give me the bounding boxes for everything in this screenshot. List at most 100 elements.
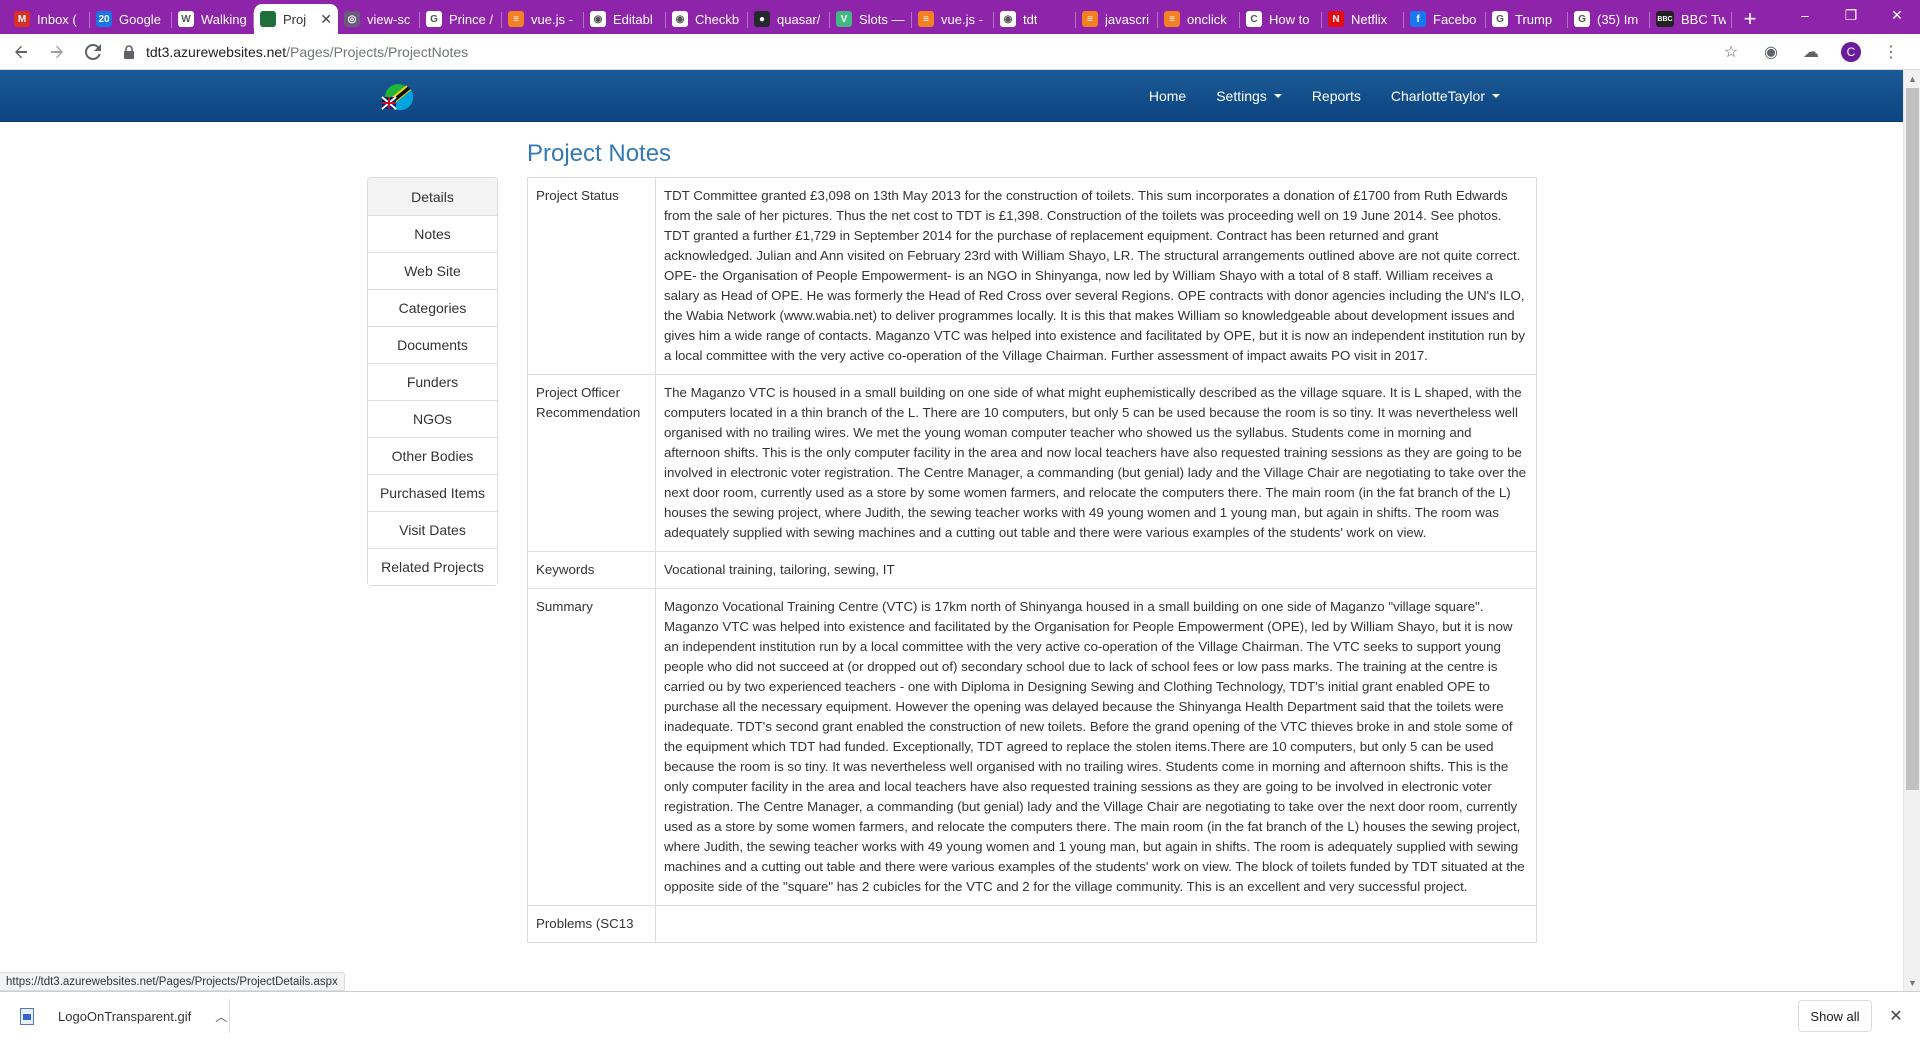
new-tab-button[interactable]: + (1732, 4, 1768, 34)
extension-icon[interactable]: ◉ (1756, 37, 1786, 67)
table-row: Keywords Vocational training, tailoring, … (527, 551, 1538, 589)
cloud-extension-icon[interactable]: ☁ (1796, 37, 1826, 67)
browser-tab[interactable]: ◉ tdt (994, 4, 1076, 34)
bbc-icon: BBC (1656, 11, 1674, 27)
browser-tab[interactable]: BBC BBC Tw (1650, 4, 1732, 34)
browser-tab-strip: M Inbox (20 Google W Walking Proj ✕ ◎ view-sc G Pr… (0, 0, 1920, 34)
note-label: Summary (527, 588, 656, 906)
sidenav-item-details[interactable]: Details (368, 178, 497, 215)
browser-tab[interactable]: W Walking (172, 4, 254, 34)
profile-button[interactable]: C (1836, 37, 1866, 67)
tab-title: quasar/ (777, 11, 821, 27)
back-arrow-icon (15, 45, 27, 58)
nav-item-settings[interactable]: Settings (1201, 88, 1297, 104)
stackoverflow-icon: ≡ (508, 11, 524, 27)
nav-item-home[interactable]: Home (1134, 88, 1201, 104)
close-tab-icon[interactable]: ✕ (320, 11, 332, 28)
browser-tab[interactable]: N Netflix (1322, 4, 1404, 34)
github-icon: ● (754, 11, 770, 27)
sidenav-item-categories[interactable]: Categories (368, 289, 497, 326)
nav-item-label: Home (1148, 88, 1187, 104)
minimize-button[interactable]: – (1782, 0, 1828, 30)
nav-item-label: Settings (1216, 88, 1267, 104)
address-bar[interactable]: tdt3.azurewebsites.net/Pages/Projects/Pr… (122, 38, 1762, 66)
tab-title: view-sc (367, 11, 411, 27)
browser-tab[interactable]: V Slots — (830, 4, 912, 34)
browser-tab[interactable]: Proj ✕ (254, 4, 338, 34)
tab-title: Proj (283, 11, 307, 27)
sidenav-item-related-projects[interactable]: Related Projects (368, 548, 497, 585)
browser-tab[interactable]: ● quasar/ (748, 4, 830, 34)
forward-button[interactable] (42, 37, 72, 67)
browser-tab[interactable]: G Trump (1486, 4, 1568, 34)
browser-tab[interactable]: G Prince / (420, 4, 502, 34)
tab-title: Checkb (695, 11, 740, 27)
tab-title: onclick (1187, 11, 1227, 27)
tab-title: BBC Tw (1681, 11, 1726, 27)
menu-kebab-icon[interactable]: ⋮ (1876, 37, 1906, 67)
sidenav-item-purchased-items[interactable]: Purchased Items (368, 474, 497, 511)
tdt-logo-icon (260, 11, 276, 27)
url-host: tdt3.azurewebsites.net (146, 43, 287, 60)
downloads-bar: LogoOnTransparent.gif ︿ Show all ✕ (0, 991, 1920, 1040)
chrome-icon: ◉ (1000, 11, 1016, 27)
scrollbar-thumb[interactable] (1906, 88, 1919, 790)
tab-title: Google (119, 11, 161, 27)
g-icon: G (426, 11, 442, 27)
browser-tab[interactable]: M Inbox ( (8, 4, 90, 34)
sidenav-item-visit-dates[interactable]: Visit Dates (368, 511, 497, 548)
site-nav-menu: Home Settings Reports CharlotteTaylor (1134, 70, 1515, 122)
tdt-logo-icon[interactable] (380, 82, 416, 112)
tab-title: (35) Im (1597, 11, 1639, 27)
sidenav-item-documents[interactable]: Documents (368, 326, 497, 363)
sidenav-item-other-bodies[interactable]: Other Bodies (368, 437, 497, 474)
browser-tab[interactable]: ≡ vue.js - (912, 4, 994, 34)
browser-tab[interactable]: G (35) Im (1568, 4, 1650, 34)
restore-button[interactable]: ❐ (1828, 0, 1874, 30)
table-row: Summary Magonzo Vocational Training Centr… (527, 588, 1538, 906)
tab-title: Inbox ( (37, 11, 77, 27)
show-all-downloads-button[interactable]: Show all (1798, 1000, 1872, 1032)
nav-item-charlottetaylor[interactable]: CharlotteTaylor (1376, 88, 1515, 104)
close-window-button[interactable]: ✕ (1874, 0, 1920, 30)
browser-tab[interactable]: 20 Google (90, 4, 172, 34)
back-button[interactable] (6, 37, 36, 67)
scroll-down-arrow-icon[interactable]: ▼ (1904, 974, 1920, 991)
download-item[interactable]: LogoOnTransparent.gif ︿ (10, 999, 230, 1033)
page-scrollbar[interactable]: ▲ ▼ (1903, 70, 1920, 991)
bookmark-star-icon[interactable]: ☆ (1716, 37, 1746, 67)
site-navbar: Home Settings Reports CharlotteTaylor (0, 70, 1903, 122)
chevron-up-icon[interactable]: ︿ (215, 1008, 227, 1025)
sidenav-item-web-site[interactable]: Web Site (368, 252, 497, 289)
browser-tab[interactable]: ≡ vue.js - (502, 4, 584, 34)
nav-item-label: Reports (1311, 88, 1361, 104)
tab-title: vue.js - (941, 11, 983, 27)
netflix-icon: N (1328, 11, 1344, 27)
download-file-name: LogoOnTransparent.gif (58, 1008, 192, 1024)
project-notes-table: Project Status TDT Committee granted £3,0… (527, 177, 1538, 943)
scroll-up-arrow-icon[interactable]: ▲ (1904, 70, 1920, 87)
sidenav-item-funders[interactable]: Funders (368, 363, 497, 400)
tab-title: Trump (1515, 11, 1553, 27)
table-row: Project Officer Recommendation The Maganz… (527, 374, 1538, 552)
browser-tab[interactable]: ≡ javascri (1076, 4, 1158, 34)
browser-tab[interactable]: ◎ view-sc (338, 4, 420, 34)
stackoverflow-icon: ≡ (1164, 11, 1180, 27)
tab-title: vue.js - (531, 11, 573, 27)
nav-item-reports[interactable]: Reports (1297, 88, 1376, 104)
browser-tab[interactable]: f Facebo (1404, 4, 1486, 34)
close-downloads-bar-button[interactable]: ✕ (1884, 1004, 1908, 1028)
sidenav-item-ngos[interactable]: NGOs (368, 400, 497, 437)
note-label: Project Status (527, 177, 656, 375)
tab-title: tdt (1023, 11, 1038, 27)
note-value: Magonzo Vocational Training Centre (VTC)… (654, 588, 1538, 906)
sidenav-item-notes[interactable]: Notes (368, 215, 497, 252)
browser-tab[interactable]: ◉ Checkb (666, 4, 748, 34)
browser-tab[interactable]: C How to (1240, 4, 1322, 34)
note-value: TDT Committee granted £3,098 on 13th May… (654, 177, 1538, 375)
browser-tab[interactable]: ◉ Editabl (584, 4, 666, 34)
toolbar-actions: ☆ ◉ ☁ C ⋮ (1716, 37, 1906, 67)
vue-icon: V (836, 11, 852, 27)
reload-button[interactable] (78, 37, 108, 67)
browser-tab[interactable]: ≡ onclick (1158, 4, 1240, 34)
